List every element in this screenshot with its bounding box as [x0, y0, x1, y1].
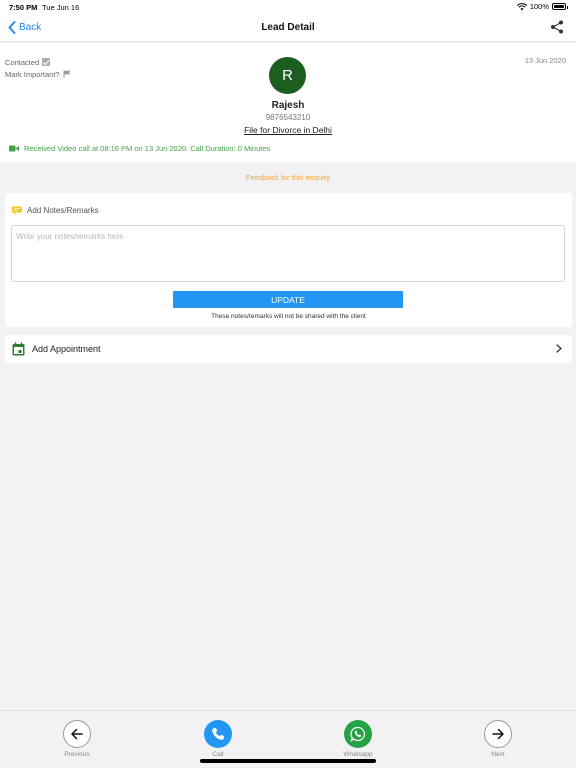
lead-name: Rajesh: [271, 100, 305, 111]
battery-icon: [552, 3, 568, 10]
lead-card: Contacted Mark Important? 13 Jun 2020 R …: [0, 43, 576, 162]
arrow-left-icon: [71, 728, 83, 740]
checkbox-icon: [42, 58, 51, 66]
video-call-icon: [9, 145, 19, 152]
call-log: Received Video call at 08:16 PM on 13 Ju…: [9, 144, 270, 153]
wifi-icon: [516, 2, 527, 10]
home-indicator: [200, 759, 376, 763]
next-button[interactable]: Next: [468, 720, 528, 758]
whatsapp-label: Whatsapp: [343, 751, 373, 758]
mark-important-label: Mark Important?: [5, 69, 60, 79]
lead-phone: 9876543210: [265, 113, 311, 122]
nav-bar: Back Lead Detail: [0, 14, 576, 42]
mark-important-toggle[interactable]: Mark Important?: [5, 68, 71, 80]
calendar-icon: [12, 342, 25, 356]
previous-button[interactable]: Previous: [47, 720, 107, 758]
whatsapp-icon: [350, 726, 366, 742]
whatsapp-circle: [344, 720, 372, 748]
status-bar: 7:50 PM Tue Jun 16 100%: [0, 0, 576, 14]
contacted-label: Contacted: [5, 57, 40, 67]
status-date: Tue Jun 16: [42, 3, 80, 12]
status-time: 7:50 PM: [9, 3, 38, 12]
lead-date: 13 Jun 2020: [524, 56, 566, 65]
add-appointment-row[interactable]: Add Appointment: [5, 335, 572, 363]
whatsapp-button[interactable]: Whatsapp: [328, 720, 388, 758]
notes-card: Add Notes/Remarks UPDATE These notes/rem…: [5, 193, 572, 327]
feedback-link[interactable]: Feedback for this enquiry: [0, 173, 576, 182]
contacted-toggle[interactable]: Contacted: [5, 56, 71, 68]
share-icon[interactable]: [550, 20, 564, 34]
update-button[interactable]: UPDATE: [173, 291, 403, 308]
call-label: Call: [212, 751, 224, 758]
flag-icon: [63, 70, 71, 78]
call-circle: [204, 720, 232, 748]
notes-hint: These notes/remarks will not be shared w…: [211, 313, 366, 320]
notes-header-label: Add Notes/Remarks: [27, 206, 99, 215]
notes-input[interactable]: [11, 225, 565, 282]
phone-icon: [212, 728, 224, 740]
call-button[interactable]: Call: [188, 720, 248, 758]
next-label: Next: [491, 751, 505, 758]
notes-header: Add Notes/Remarks: [12, 206, 99, 215]
previous-label: Previous: [64, 751, 90, 758]
battery-percent: 100%: [529, 2, 549, 11]
lead-subject-link[interactable]: File for Divorce in Delhi: [0, 125, 576, 135]
lead-status-flags: Contacted Mark Important?: [5, 56, 71, 80]
page-title: Lead Detail: [261, 22, 315, 33]
add-appointment-label: Add Appointment: [32, 344, 101, 354]
next-circle: [484, 720, 512, 748]
previous-circle: [63, 720, 91, 748]
status-indicators: 100%: [516, 2, 568, 11]
comment-icon: [12, 206, 22, 215]
avatar: R: [269, 57, 306, 94]
chevron-right-icon: [556, 344, 562, 353]
call-log-text: Received Video call at 08:16 PM on 13 Ju…: [24, 144, 271, 153]
arrow-right-icon: [492, 728, 504, 740]
